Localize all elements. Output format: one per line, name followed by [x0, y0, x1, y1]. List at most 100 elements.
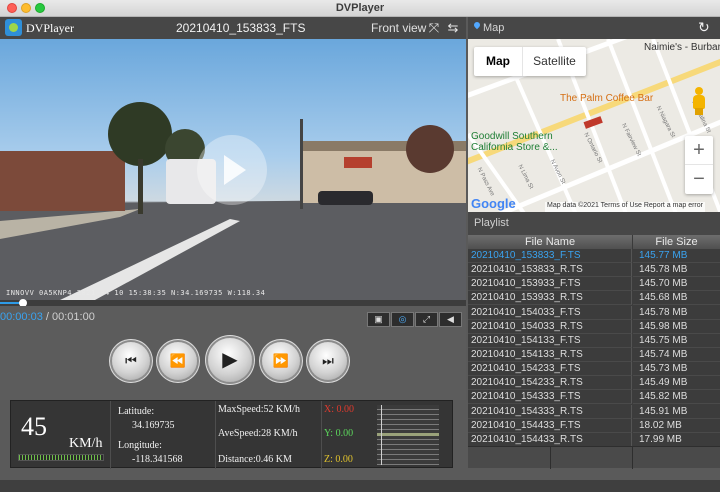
- building-left: [0, 151, 125, 211]
- place-goodwill-line1[interactable]: Goodwill Southern: [471, 131, 553, 142]
- window-title: DVPlayer: [335, 2, 385, 14]
- speaker-icon[interactable]: ◀: [439, 312, 462, 327]
- playlist-row[interactable]: 20210410_154033_R.TS 145.98 MB: [468, 319, 720, 334]
- longitude-value: -118.341568: [132, 454, 183, 465]
- image-icon[interactable]: ▣: [367, 312, 390, 327]
- playlist-file-size: 18.02 MB: [633, 419, 720, 433]
- playlist-row[interactable]: 20210410_153833_R.TS 145.78 MB: [468, 263, 720, 278]
- gsensor-graph-cursor: [381, 405, 382, 465]
- tree-trunk: [138, 159, 143, 214]
- playlist-file-size: 145.78 MB: [633, 263, 720, 278]
- app-name: DVPlayer: [26, 21, 74, 35]
- pegman-head: [695, 87, 703, 95]
- play-overlay-button[interactable]: [197, 135, 267, 205]
- satellite-tab[interactable]: Satellite: [522, 47, 586, 76]
- pegman-body: [693, 95, 705, 109]
- column-header-file-name[interactable]: File Name: [468, 235, 633, 249]
- playlist-row[interactable]: 20210410_154033_F.TS 145.78 MB: [468, 305, 720, 320]
- playlist-header: Playlist: [468, 212, 720, 235]
- expand-arrows-icon[interactable]: ⤧: [427, 20, 441, 35]
- playlist-file-name: 20210410_154133_R.TS: [468, 347, 632, 362]
- playlist-file-name: 20210410_153933_F.TS: [468, 277, 632, 292]
- playlist-file-size: 145.82 MB: [633, 390, 720, 405]
- playlist-row[interactable]: 20210410_154433_R.TS 17.99 MB: [468, 432, 720, 447]
- max-speed: MaxSpeed:52 KM/h: [218, 404, 300, 415]
- footer-segment: [468, 447, 551, 469]
- pegman-icon[interactable]: [690, 87, 707, 115]
- playlist-table: File Name File Size 20210410_153833_F.TS…: [468, 235, 720, 468]
- average-speed: AveSpeed:28 KM/h: [218, 428, 298, 439]
- footer-segment: [551, 447, 633, 469]
- current-time: 00:00:03: [0, 311, 43, 323]
- playlist-row[interactable]: 20210410_153933_R.TS 145.68 MB: [468, 291, 720, 306]
- map-view[interactable]: Map Satellite Naimie's - Burbank The Pal…: [468, 39, 720, 212]
- video-frame[interactable]: INNOVV 0A5KNP4 2021 04 10 15:38:35 N:34.…: [0, 39, 466, 300]
- place-naimie[interactable]: Naimie's - Burbank: [644, 42, 720, 53]
- playback-controls: 00:00:03 / 00:01:00 ▣ ◎ ⤢ ◀ ⏮ ⏪ ▶ ⏩ ⏭: [0, 306, 466, 400]
- place-palm-coffee[interactable]: The Palm Coffee Bar: [560, 93, 653, 104]
- store-sign: [344, 157, 372, 168]
- target-icon[interactable]: ◎: [391, 312, 414, 327]
- playlist-row[interactable]: 20210410_154133_F.TS 145.75 MB: [468, 333, 720, 348]
- app-logo-icon: [5, 19, 22, 36]
- rewind-button[interactable]: ⏪: [159, 342, 197, 380]
- google-logo: Google: [471, 196, 516, 211]
- playlist-file-name: 20210410_153933_R.TS: [468, 291, 632, 306]
- playlist-file-name: 20210410_153833_F.TS: [468, 249, 632, 263]
- playlist-file-name: 20210410_154333_F.TS: [468, 390, 632, 405]
- gsensor-x: X: 0.00: [324, 404, 354, 415]
- zoom-in-button[interactable]: +: [685, 136, 713, 165]
- playlist-file-size: 145.75 MB: [633, 334, 720, 348]
- distance: Distance:0.46 KM: [218, 454, 292, 465]
- refresh-icon[interactable]: ↻: [698, 19, 710, 36]
- playlist-footer: [468, 446, 720, 469]
- previous-button[interactable]: ⏮: [112, 342, 150, 380]
- playlist-row[interactable]: 20210410_153833_F.TS 145.77 MB: [468, 249, 720, 263]
- playlist-file-size: 145.73 MB: [633, 362, 720, 377]
- map-header: Map ↻: [468, 17, 720, 39]
- playlist-file-name: 20210410_154233_R.TS: [468, 376, 632, 391]
- tree-right: [406, 125, 454, 173]
- swap-arrows-icon[interactable]: ⇆: [446, 20, 460, 35]
- window-icon[interactable]: ⤢: [415, 312, 438, 327]
- playlist-file-size: 145.98 MB: [633, 320, 720, 334]
- playlist-row[interactable]: 20210410_154233_R.TS 145.49 MB: [468, 376, 720, 391]
- footer-segment: [633, 447, 720, 469]
- map-type-tabs: Map Satellite: [474, 47, 586, 76]
- playlist-row[interactable]: 20210410_154333_R.TS 145.91 MB: [468, 404, 720, 419]
- playlist-row[interactable]: 20210410_153933_F.TS 145.70 MB: [468, 277, 720, 292]
- playlist-row[interactable]: 20210410_154333_F.TS 145.82 MB: [468, 390, 720, 405]
- playlist-file-name: 20210410_154433_F.TS: [468, 418, 632, 433]
- next-button[interactable]: ⏭: [309, 342, 347, 380]
- road-surface: [0, 199, 466, 300]
- playlist-file-name: 20210410_154233_F.TS: [468, 362, 632, 377]
- video-header: DVPlayer 20210410_153833_FTS Front view …: [0, 17, 466, 39]
- playlist-file-size: 145.77 MB: [633, 249, 720, 263]
- playlist-row[interactable]: 20210410_154433_F.TS 18.02 MB: [468, 418, 720, 433]
- zoom-out-button[interactable]: −: [685, 165, 713, 194]
- playlist-file-name: 20210410_154333_R.TS: [468, 404, 632, 419]
- map-attribution[interactable]: Map data ©2021 Terms of Use Report a map…: [545, 202, 705, 212]
- column-header-file-size[interactable]: File Size: [633, 235, 720, 249]
- playlist-title: Playlist: [474, 217, 509, 229]
- playlist-file-name: 20210410_154033_R.TS: [468, 319, 632, 334]
- view-label: Front view: [371, 21, 427, 35]
- playlist-file-size: 17.99 MB: [633, 433, 720, 447]
- map-pin-icon: [472, 20, 482, 30]
- map-tab[interactable]: Map: [474, 47, 522, 76]
- stats-cell: MaxSpeed:52 KM/h AveSpeed:28 KM/h Distan…: [216, 401, 322, 469]
- playlist-file-size: 145.78 MB: [633, 306, 720, 320]
- playlist-row[interactable]: 20210410_154233_F.TS 145.73 MB: [468, 362, 720, 377]
- latitude-value: 34.169735: [132, 420, 175, 431]
- time-display: 00:00:03 / 00:01:00: [0, 311, 95, 323]
- playlist-file-size: 145.74 MB: [633, 348, 720, 362]
- gsensor-cell: X: 0.00 Y: 0.00 Z: 0.00: [322, 401, 372, 469]
- fast-forward-button[interactable]: ⏩: [262, 342, 300, 380]
- speed-cell: 45 KM/h: [11, 401, 111, 469]
- play-button[interactable]: ▶: [208, 338, 252, 382]
- total-time: 00:01:00: [52, 311, 95, 323]
- playlist-file-name: 20210410_154033_F.TS: [468, 305, 632, 320]
- time-separator: /: [42, 311, 52, 323]
- bottom-status-strip: [0, 480, 720, 492]
- playlist-row[interactable]: 20210410_154133_R.TS 145.74 MB: [468, 347, 720, 362]
